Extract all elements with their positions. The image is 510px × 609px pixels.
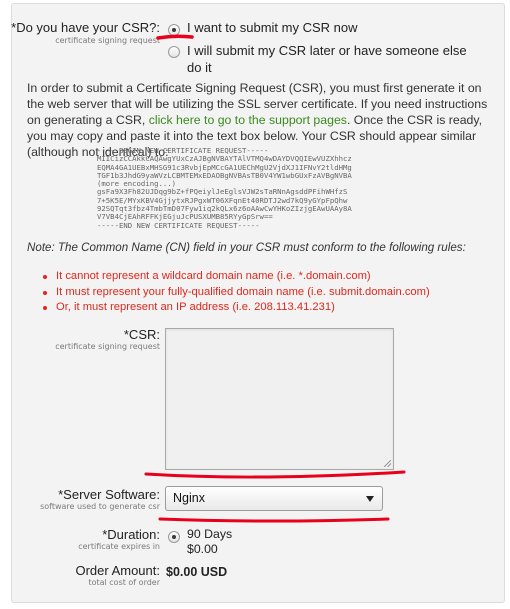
duration-option-label[interactable]: 90 Days — [187, 527, 232, 541]
submit-now-label[interactable]: I want to submit my CSR now — [187, 19, 358, 36]
order-amount-sublabel: total cost of order — [88, 578, 160, 587]
csr-textarea[interactable] — [165, 328, 394, 470]
server-software-select[interactable]: Nginx — [165, 486, 383, 511]
server-software-value: Nginx — [173, 491, 205, 505]
csr-question-sublabel: certificate signing request — [55, 36, 160, 45]
server-software-label: *Server Software: — [58, 487, 160, 502]
submit-later-label-line2: do it — [187, 60, 212, 75]
csr-field-sublabel: certificate signing request — [55, 342, 160, 351]
server-software-sublabel: software used to generate csr — [40, 502, 160, 511]
submit-now-radio[interactable] — [168, 24, 180, 36]
duration-label: *Duration: — [102, 527, 160, 542]
rule-item: It must represent your fully-qualified d… — [40, 285, 430, 301]
submit-later-radio[interactable] — [168, 46, 180, 58]
dropdown-arrow-icon — [366, 496, 374, 502]
csr-field-label: *CSR: — [123, 327, 160, 342]
duration-sublabel: certificate expires in — [78, 542, 160, 551]
csr-sample-line: -----END NEW CERTIFICATE REQUEST----- — [97, 220, 260, 230]
submit-later-label-line1: I will submit my CSR later or have someo… — [187, 43, 467, 58]
support-pages-link[interactable]: click here to go to the support pages — [149, 113, 347, 127]
rule-item: It cannot represent a wildcard domain na… — [40, 269, 430, 285]
common-name-note: Note: The Common Name (CN) field in your… — [27, 241, 466, 254]
csr-question-label: *Do you have your CSR?: — [11, 20, 160, 35]
duration-price: $0.00 — [187, 542, 218, 556]
order-amount-label: Order Amount: — [75, 563, 160, 578]
rule-item: Or, it must represent an IP address (i.e… — [40, 300, 430, 316]
order-amount-value: $0.00 USD — [166, 565, 228, 579]
submit-later-label[interactable]: I will submit my CSR later or have someo… — [187, 42, 467, 76]
csr-sample: -----BEGIN NEW CERTIFICATE REQUEST----- M… — [97, 146, 352, 230]
duration-90-days-radio[interactable] — [168, 531, 180, 543]
resize-grip-icon[interactable] — [384, 460, 391, 467]
common-name-rules: It cannot represent a wildcard domain na… — [40, 269, 430, 316]
